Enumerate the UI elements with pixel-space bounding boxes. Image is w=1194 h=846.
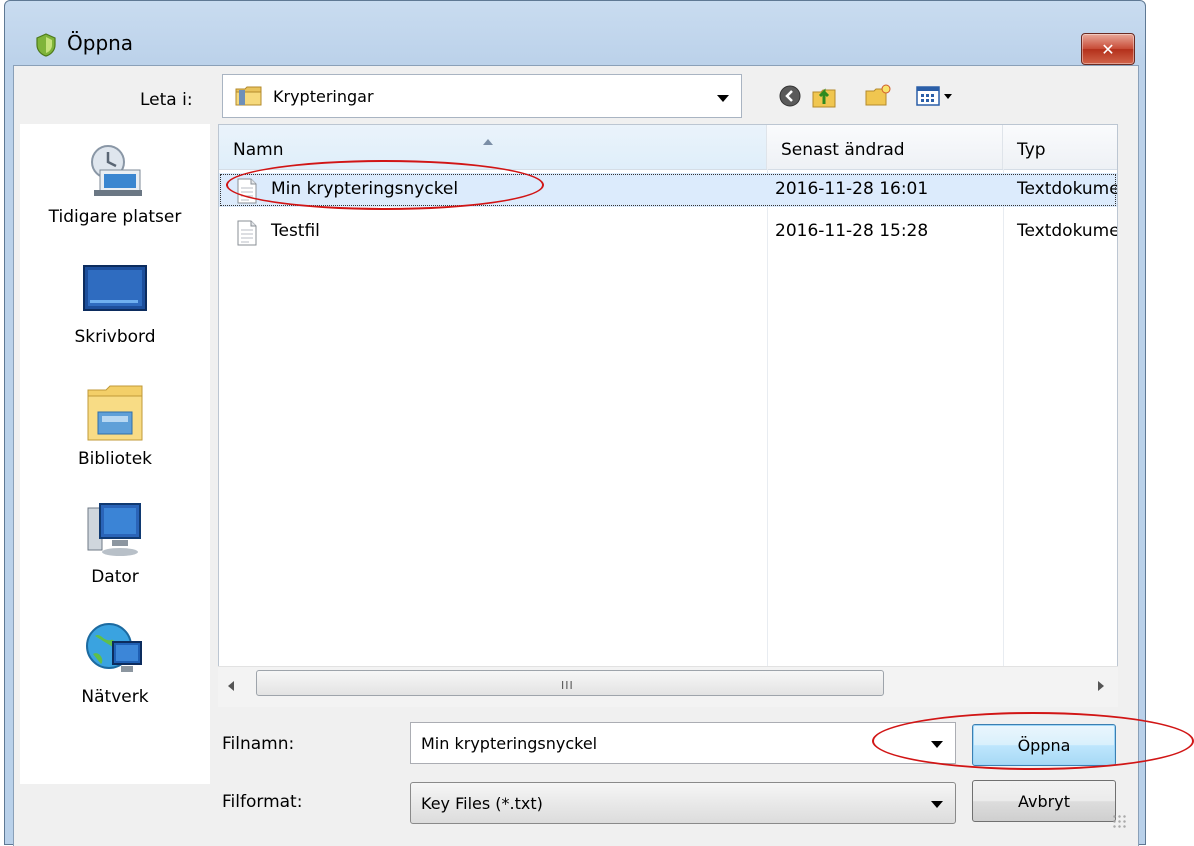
desktop-icon xyxy=(83,265,147,311)
place-label: Skrivbord xyxy=(74,327,156,347)
filetype-dropdown[interactable]: Key Files (*.txt) xyxy=(410,782,956,824)
view-menu-icon xyxy=(916,86,952,106)
place-desktop[interactable]: Skrivbord xyxy=(20,264,210,347)
filetype-value: Key Files (*.txt) xyxy=(421,794,543,813)
column-name-label: Namn xyxy=(233,140,284,160)
network-icon xyxy=(86,623,142,672)
column-divider xyxy=(767,169,768,705)
chevron-down-icon[interactable] xyxy=(931,801,943,808)
filetype-label: Filformat: xyxy=(222,792,303,812)
column-divider xyxy=(1003,169,1004,705)
scroll-right-icon[interactable] xyxy=(1098,681,1104,691)
sort-ascending-icon xyxy=(483,139,493,145)
places-bar: Tidigare platser Skrivbord Bibliotek Dat… xyxy=(20,124,210,784)
resize-grip-icon[interactable] xyxy=(1112,814,1126,828)
open-button-label: Öppna xyxy=(1017,735,1071,755)
file-row[interactable]: Min krypteringsnyckel 2016-11-28 16:01 T… xyxy=(219,173,1117,207)
filename-value: Min krypteringsnyckel xyxy=(421,734,598,753)
file-name: Testfil xyxy=(271,221,320,241)
look-in-dropdown[interactable]: Krypteringar xyxy=(222,74,742,118)
place-label: Nätverk xyxy=(81,687,149,707)
file-modified: 2016-11-28 15:28 xyxy=(775,221,929,241)
place-label: Dator xyxy=(91,567,139,587)
new-folder-button[interactable] xyxy=(864,82,892,110)
filename-input[interactable]: Min krypteringsnyckel xyxy=(410,722,956,764)
back-icon xyxy=(779,85,801,107)
file-name: Min krypteringsnyckel xyxy=(271,179,459,199)
place-recent[interactable]: Tidigare platser xyxy=(20,140,210,227)
filename-label: Filnamn: xyxy=(222,734,295,754)
scroll-grip: III xyxy=(561,679,574,692)
horizontal-scrollbar[interactable]: III xyxy=(218,666,1118,707)
text-file-icon xyxy=(237,220,257,246)
place-label: Tidigare platser xyxy=(48,207,182,227)
look-in-label: Leta i: xyxy=(140,90,193,110)
up-folder-icon xyxy=(812,88,836,108)
scroll-left-icon[interactable] xyxy=(228,681,234,691)
libraries-icon xyxy=(87,385,143,441)
back-button[interactable] xyxy=(776,82,804,110)
place-network[interactable]: Nätverk xyxy=(20,616,210,707)
window-title: Öppna xyxy=(67,31,134,55)
computer-icon xyxy=(87,503,141,556)
column-type-label: Typ xyxy=(1017,140,1046,160)
cancel-button-label: Avbryt xyxy=(1018,791,1070,811)
place-computer[interactable]: Dator xyxy=(20,500,210,587)
recent-places-icon xyxy=(91,145,142,196)
column-header-modified[interactable]: Senast ändrad xyxy=(767,125,1003,169)
file-type: Textdokument xyxy=(1017,179,1117,199)
column-header-type[interactable]: Typ xyxy=(1003,125,1117,169)
scroll-thumb[interactable]: III xyxy=(256,670,884,696)
close-icon: ✕ xyxy=(1101,39,1115,59)
app-shield-icon xyxy=(36,33,56,57)
title-bar[interactable]: Öppna ✕ xyxy=(5,1,1145,65)
file-list[interactable]: Namn Senast ändrad Typ Min krypteringsny… xyxy=(218,124,1118,706)
list-header: Namn Senast ändrad Typ xyxy=(219,125,1117,170)
file-modified: 2016-11-28 16:01 xyxy=(775,179,929,199)
file-type: Textdokument xyxy=(1017,221,1117,241)
open-button[interactable]: Öppna xyxy=(972,724,1116,766)
place-label: Bibliotek xyxy=(78,449,152,469)
cancel-button[interactable]: Avbryt xyxy=(972,780,1116,822)
chevron-down-icon[interactable] xyxy=(717,95,729,102)
view-menu-button[interactable] xyxy=(912,82,960,110)
folder-icon xyxy=(235,86,262,106)
text-file-icon xyxy=(237,178,257,204)
new-folder-icon xyxy=(865,84,891,106)
look-in-value: Krypteringar xyxy=(273,87,374,106)
chevron-down-icon[interactable] xyxy=(931,741,943,748)
up-folder-button[interactable] xyxy=(810,82,838,110)
close-button[interactable]: ✕ xyxy=(1081,33,1135,65)
column-header-name[interactable]: Namn xyxy=(219,125,767,169)
column-modified-label: Senast ändrad xyxy=(781,140,905,160)
place-libraries[interactable]: Bibliotek xyxy=(20,382,210,469)
file-row[interactable]: Testfil 2016-11-28 15:28 Textdokument xyxy=(219,215,1117,249)
